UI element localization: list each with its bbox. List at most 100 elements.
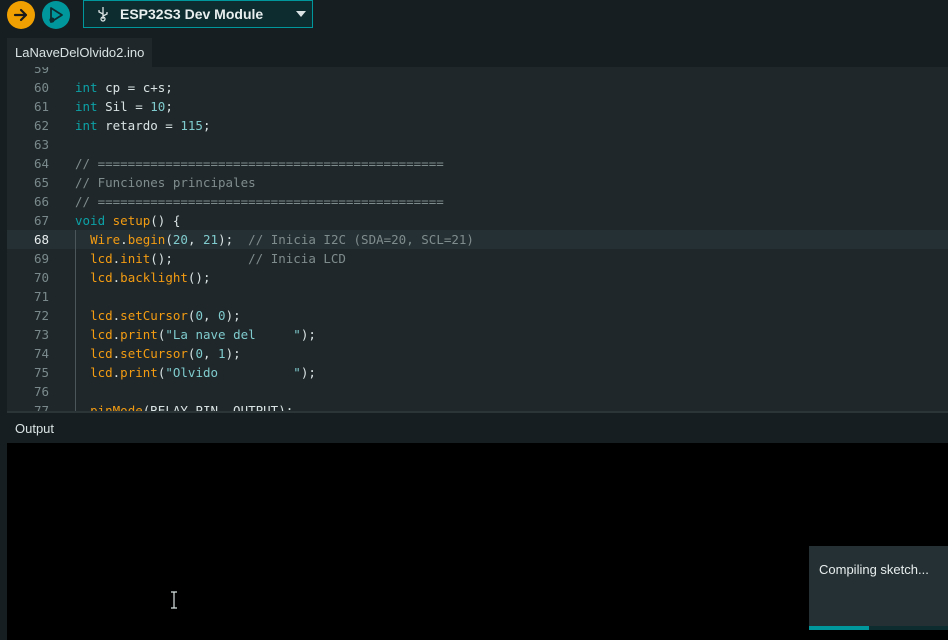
- code-line[interactable]: 63: [7, 135, 948, 154]
- line-number: 63: [33, 137, 49, 152]
- code-token: lcd: [90, 308, 113, 323]
- code-line[interactable]: 71: [7, 287, 948, 306]
- code-token: lcd: [90, 270, 113, 285]
- code-line[interactable]: 66 // ===================================…: [7, 192, 948, 211]
- compile-notification: Compiling sketch...: [809, 546, 948, 630]
- line-number: 72: [33, 308, 49, 323]
- code-line[interactable]: 72 lcd.setCursor(0, 0);: [7, 306, 948, 325]
- notification-text: Compiling sketch...: [819, 562, 929, 577]
- code-token: (: [165, 232, 173, 247]
- code-token: "La nave del ": [165, 327, 301, 342]
- toolbar: ESP32S3 Dev Module: [0, 0, 948, 34]
- code-token: retardo =: [97, 118, 181, 133]
- line-number: 65: [33, 175, 49, 190]
- code-token: 0: [195, 346, 203, 361]
- code-token: // Funciones principales: [75, 175, 256, 190]
- code-line[interactable]: 65 // Funciones principales: [7, 173, 948, 192]
- code-line[interactable]: 68 Wire.begin(20, 21); // Inicia I2C (SD…: [7, 230, 948, 249]
- code-token: );: [300, 365, 316, 380]
- board-selector[interactable]: ESP32S3 Dev Module: [83, 0, 313, 28]
- code-editor[interactable]: 59 60 int cp = c+s; 61 int Sil = 10; 62 int re…: [7, 67, 948, 411]
- code-token: lcd: [90, 251, 113, 266]
- code-line[interactable]: 69 lcd.init(); // Inicia LCD: [7, 249, 948, 268]
- code-token: Sil =: [97, 99, 151, 114]
- code-text: void setup() {: [75, 211, 180, 230]
- code-token: // Inicia I2C (SDA=20, SCL=21): [248, 232, 474, 247]
- code-token: ,: [202, 308, 219, 323]
- code-text: lcd.backlight();: [75, 268, 210, 287]
- code-text: // =====================================…: [75, 192, 444, 211]
- code-token: 0: [195, 308, 203, 323]
- code-token: setCursor: [120, 346, 188, 361]
- board-label: ESP32S3 Dev Module: [120, 6, 264, 22]
- code-token: int: [75, 80, 98, 95]
- code-token: "Olvido ": [165, 365, 301, 380]
- code-token: begin: [127, 232, 166, 247]
- line-number: 59: [33, 67, 49, 76]
- code-token: 115: [180, 118, 203, 133]
- code-line[interactable]: 64 // ===================================…: [7, 154, 948, 173]
- line-number: 60: [33, 80, 49, 95]
- debug-button[interactable]: [42, 1, 70, 29]
- code-token: 21: [203, 232, 219, 247]
- code-text: lcd.print("Olvido ");: [75, 363, 316, 382]
- code-text: Wire.begin(20, 21); // Inicia I2C (SDA=2…: [75, 230, 474, 249]
- code-text: lcd.print("La nave del ");: [75, 325, 316, 344]
- code-line[interactable]: 67 void setup() {: [7, 211, 948, 230]
- code-token: int: [75, 99, 98, 114]
- output-console[interactable]: [7, 443, 948, 640]
- line-number: 62: [33, 118, 49, 133]
- chevron-down-icon: [290, 11, 312, 17]
- code-token: ;: [165, 99, 173, 114]
- tab-sketch-file[interactable]: LaNaveDelOlvido2.ino: [7, 38, 153, 67]
- code-token: setup: [112, 213, 151, 228]
- code-token: .: [120, 232, 128, 247]
- code-line[interactable]: 77 pinMode(RELAY_PIN, OUTPUT);: [7, 401, 948, 411]
- line-number: 75: [33, 365, 49, 380]
- verify-button[interactable]: [7, 1, 35, 29]
- code-line[interactable]: 73 lcd.print("La nave del ");: [7, 325, 948, 344]
- code-text: int Sil = 10;: [75, 97, 173, 116]
- code-token: 0: [218, 308, 226, 323]
- line-number: 74: [33, 346, 49, 361]
- code-token: ();: [150, 251, 249, 266]
- code-token: lcd: [90, 327, 113, 342]
- indent-guide: [75, 230, 76, 411]
- line-number: 76: [33, 384, 49, 399]
- code-line[interactable]: 76: [7, 382, 948, 401]
- code-token: () {: [150, 213, 181, 228]
- code-text: lcd.init(); // Inicia LCD: [75, 249, 346, 268]
- code-token: 20: [172, 232, 188, 247]
- code-line[interactable]: 70 lcd.backlight();: [7, 268, 948, 287]
- output-panel-header: Output: [7, 413, 948, 443]
- line-number: 67: [33, 213, 49, 228]
- code-token: // =====================================…: [75, 156, 444, 171]
- code-token: );: [225, 308, 241, 323]
- code-line[interactable]: 62 int retardo = 115;: [7, 116, 948, 135]
- code-line[interactable]: 75 lcd.print("Olvido ");: [7, 363, 948, 382]
- code-text: pinMode(RELAY_PIN, OUTPUT);: [75, 401, 293, 411]
- code-token: );: [300, 327, 316, 342]
- text-cursor-icon: [171, 591, 177, 609]
- code-line[interactable]: 74 lcd.setCursor(0, 1);: [7, 344, 948, 363]
- code-line[interactable]: 59: [7, 67, 948, 78]
- code-line[interactable]: 60 int cp = c+s;: [7, 78, 948, 97]
- code-line[interactable]: 61 int Sil = 10;: [7, 97, 948, 116]
- code-text: lcd.setCursor(0, 1);: [75, 344, 241, 363]
- code-token: 10: [150, 99, 166, 114]
- code-token: backlight: [120, 270, 188, 285]
- code-token: ,: [187, 232, 203, 247]
- code-text: // =====================================…: [75, 154, 444, 173]
- code-token: lcd: [90, 365, 113, 380]
- progress-bar: [809, 626, 869, 630]
- code-token: int: [75, 118, 98, 133]
